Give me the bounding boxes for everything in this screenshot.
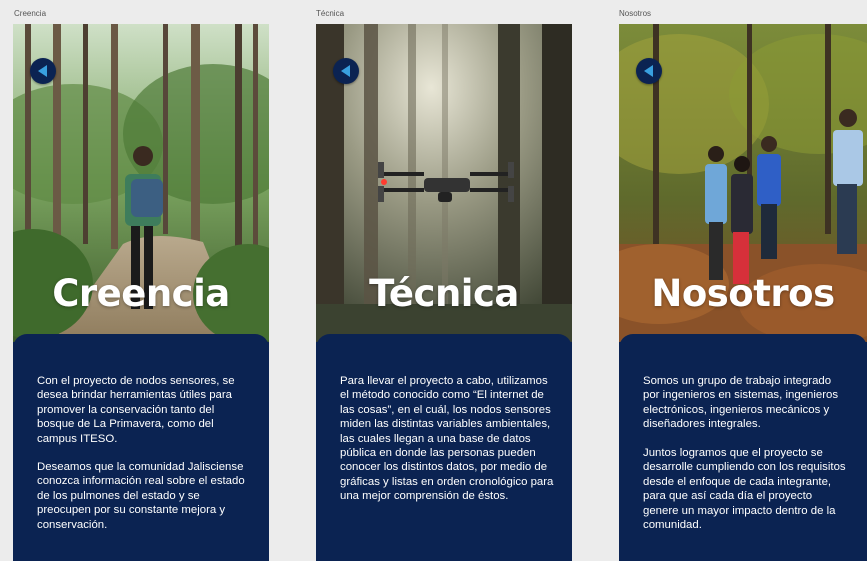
- back-arrow-icon: [644, 65, 653, 77]
- frame-label-nosotros: Nosotros: [619, 9, 652, 18]
- paragraph-1: Con el proyecto de nodos sensores, se de…: [37, 375, 235, 445]
- frame-label-tecnica: Técnica: [316, 9, 345, 18]
- page-title: Creencia: [52, 272, 230, 315]
- back-button[interactable]: [30, 58, 56, 84]
- artboard-nosotros: Nosotros Somos un grupo de trabajo integ…: [619, 24, 867, 561]
- back-arrow-icon: [38, 65, 47, 77]
- text-card: Para llevar el proyecto a cabo, utilizam…: [316, 334, 572, 561]
- paragraph-2: Deseamos que la comunidad Jalisciense co…: [37, 461, 245, 531]
- frame-label-creencia: Creencia: [14, 9, 47, 18]
- artboard-creencia: Creencia Con el proyecto de nodos sensor…: [13, 24, 269, 561]
- back-arrow-icon: [341, 65, 350, 77]
- paragraph-2: Juntos logramos que el proyecto se desar…: [643, 447, 846, 532]
- paragraph-1: Para llevar el proyecto a cabo, utilizam…: [340, 375, 554, 503]
- back-button[interactable]: [333, 58, 359, 84]
- page-title: Nosotros: [651, 272, 835, 315]
- text-card: Somos un grupo de trabajo integrado por …: [619, 334, 867, 561]
- back-button[interactable]: [636, 58, 662, 84]
- artboard-tecnica: Técnica Para llevar el proyecto a cabo, …: [316, 24, 572, 561]
- text-card: Con el proyecto de nodos sensores, se de…: [13, 334, 269, 561]
- paragraph-1: Somos un grupo de trabajo integrado por …: [643, 375, 839, 431]
- page-title: Técnica: [369, 272, 519, 315]
